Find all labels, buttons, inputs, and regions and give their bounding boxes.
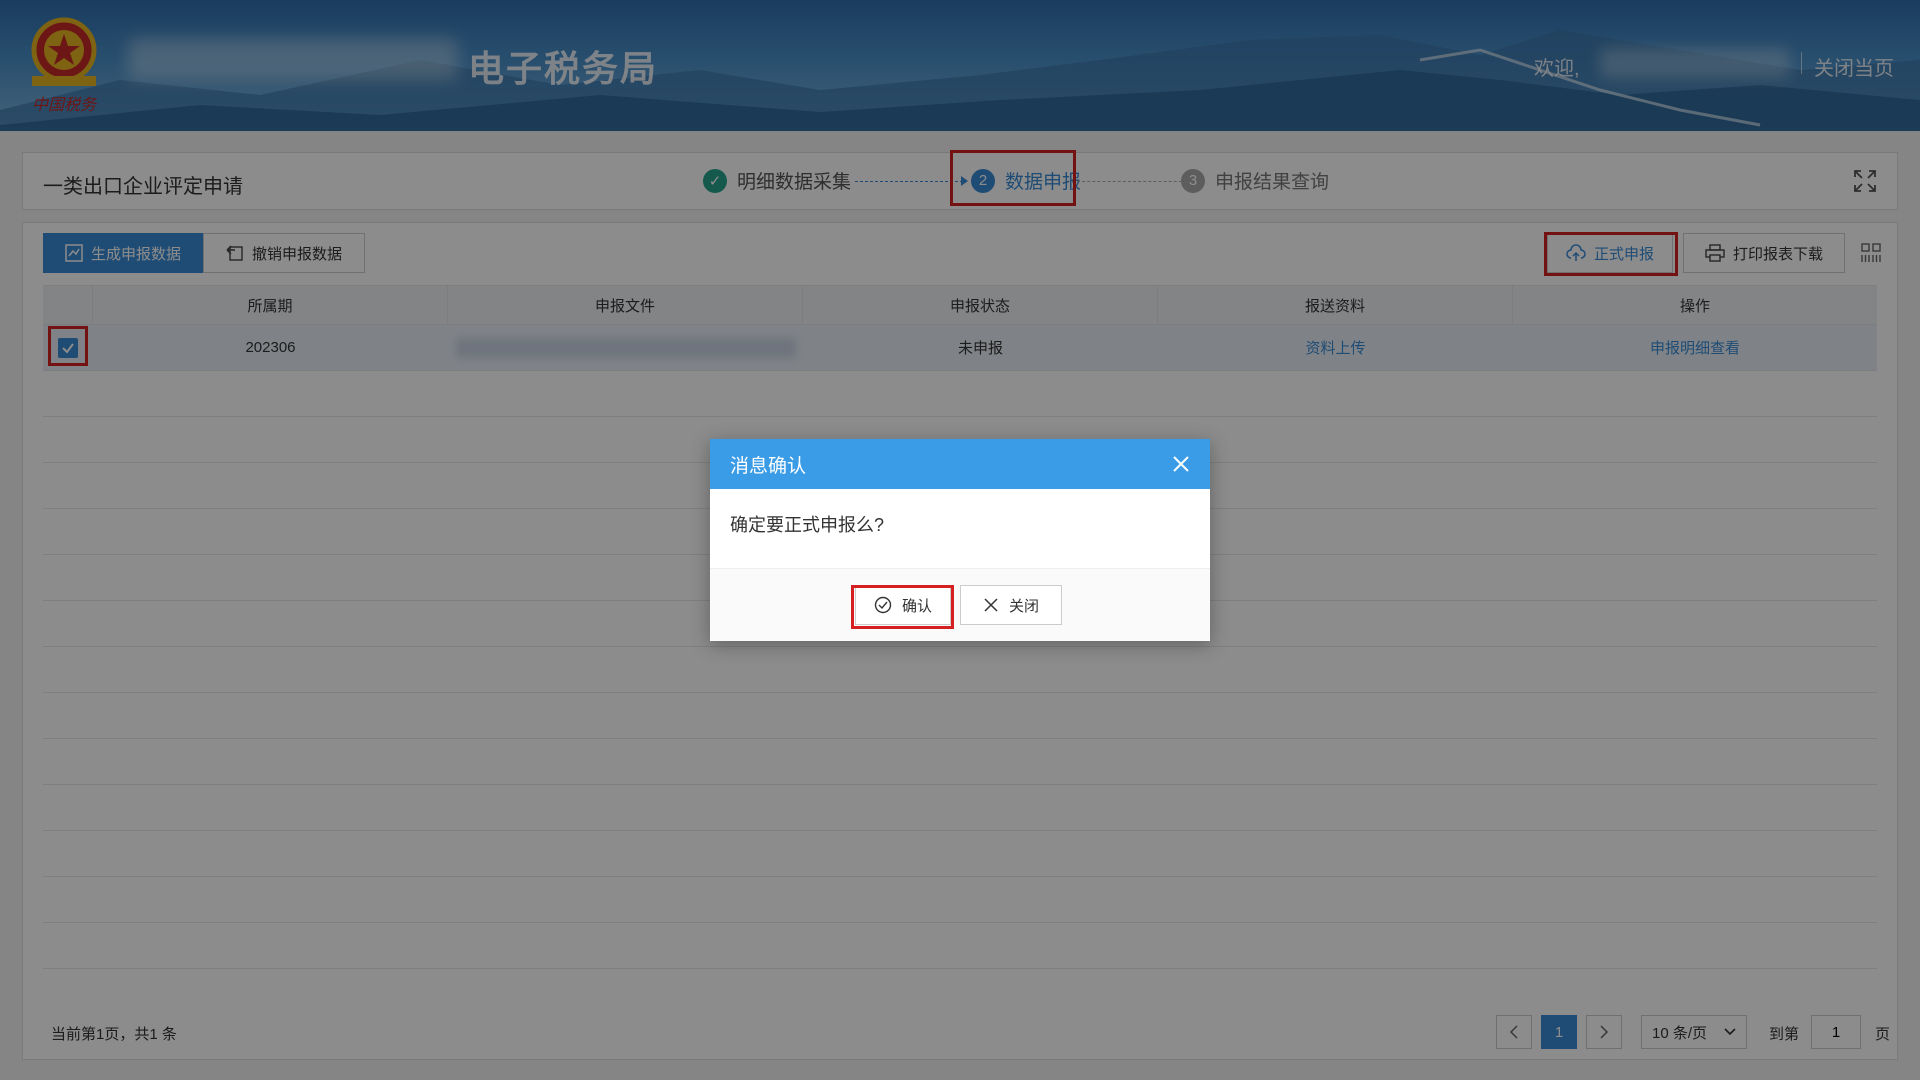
dialog-title: 消息确认 <box>730 455 807 477</box>
close-button[interactable]: 关闭 <box>960 585 1062 625</box>
confirm-button[interactable]: 确认 <box>855 585 951 625</box>
x-icon <box>984 598 998 612</box>
dialog-footer: 确认 关闭 <box>710 569 1210 641</box>
confirm-dialog: 消息确认 确定要正式申报么? 确认 关闭 <box>710 439 1210 641</box>
close-icon[interactable] <box>1172 455 1190 473</box>
check-circle-icon <box>874 596 892 614</box>
dialog-message: 确定要正式申报么? <box>710 489 1210 569</box>
dialog-header: 消息确认 <box>710 439 1210 489</box>
